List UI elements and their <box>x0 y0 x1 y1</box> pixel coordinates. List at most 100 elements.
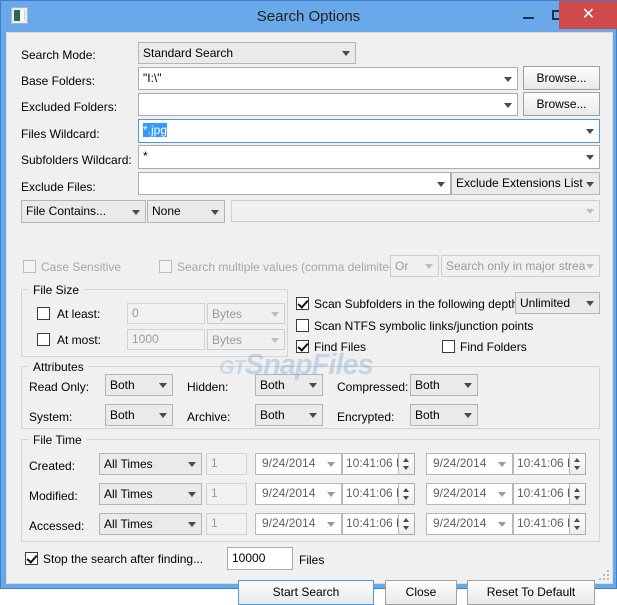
encrypted-select[interactable]: Both <box>410 404 478 426</box>
accessed-from-date-value: 9/24/2014 <box>262 516 316 530</box>
excluded-folders-browse-button[interactable]: Browse... <box>523 92 600 116</box>
contains-mode-value: File Contains... <box>26 204 107 218</box>
created-from-time-spinner[interactable] <box>399 453 415 475</box>
chevron-down-icon <box>425 264 433 269</box>
file-size-at-most-input[interactable]: 1000 <box>127 329 205 350</box>
scan-subfolders-checkbox[interactable] <box>296 297 309 310</box>
accessed-to-date[interactable]: 9/24/2014 <box>426 513 513 535</box>
close-button[interactable]: Close <box>385 580 457 605</box>
search-options-window: Search Options ✕ Search Mode: Standard S… <box>0 0 617 605</box>
created-from-date[interactable]: 9/24/2014 <box>255 453 342 475</box>
files-wildcard-label: Files Wildcard: <box>21 127 100 141</box>
excluded-folders-input[interactable] <box>138 93 518 116</box>
chevron-down-icon <box>327 492 335 497</box>
stream-scope-value: Search only in major strea <box>446 259 586 273</box>
chevron-down-icon <box>327 462 335 467</box>
contains-type-select[interactable]: None <box>147 200 225 223</box>
base-folders-input[interactable]: "I:\" <box>138 67 518 90</box>
base-folders-value: "I:\" <box>143 71 162 85</box>
created-from-time[interactable]: 10:41:06 P <box>342 453 399 475</box>
hidden-select[interactable]: Both <box>255 374 323 396</box>
file-size-at-least-input[interactable]: 0 <box>127 303 205 324</box>
contains-mode-select[interactable]: File Contains... <box>21 200 146 223</box>
chevron-down-icon <box>586 181 594 187</box>
encrypted-label: Encrypted: <box>337 410 395 424</box>
base-folders-browse-button[interactable]: Browse... <box>523 66 600 90</box>
start-search-button[interactable]: Start Search <box>238 580 374 605</box>
system-label: System: <box>29 410 73 424</box>
find-files-label: Find Files <box>314 340 367 354</box>
accessed-to-time-spinner[interactable] <box>570 513 586 535</box>
exclude-files-label: Exclude Files: <box>21 180 96 194</box>
search-multiple-values-checkbox[interactable] <box>159 260 172 273</box>
file-size-at-least-unit-select[interactable]: Bytes <box>207 303 285 324</box>
minimize-button[interactable] <box>513 1 543 29</box>
files-wildcard-value: *.jpg <box>143 123 168 137</box>
contains-text-input[interactable] <box>231 200 600 222</box>
file-size-at-most-unit-value: Bytes <box>212 333 243 347</box>
stop-search-count-input[interactable]: 10000 <box>227 547 293 570</box>
created-amount-input[interactable]: 1 <box>206 453 247 475</box>
accessed-from-time-spinner[interactable] <box>399 513 415 535</box>
chevron-down-icon <box>309 413 317 418</box>
modified-amount-input[interactable]: 1 <box>206 483 247 505</box>
find-files-checkbox[interactable] <box>296 340 309 353</box>
accessed-amount-input[interactable]: 1 <box>206 513 247 535</box>
file-size-at-least-checkbox[interactable] <box>37 307 50 320</box>
title-bar: Search Options ✕ <box>1 1 617 32</box>
chevron-down-icon <box>504 76 512 82</box>
scan-depth-select[interactable]: Unlimited <box>515 292 600 314</box>
subfolders-wildcard-value: * <box>143 149 148 163</box>
chevron-down-icon <box>271 337 279 343</box>
close-window-button[interactable]: ✕ <box>559 1 617 29</box>
hidden-label: Hidden: <box>187 380 229 394</box>
created-to-time[interactable]: 10:41:06 P <box>513 453 570 475</box>
chevron-down-icon <box>586 301 594 306</box>
created-to-date[interactable]: 9/24/2014 <box>426 453 513 475</box>
exclude-files-input[interactable] <box>138 172 451 195</box>
read-only-select[interactable]: Both <box>105 374 173 396</box>
minimize-icon <box>523 17 534 19</box>
scan-ntfs-checkbox[interactable] <box>296 319 309 332</box>
chevron-down-icon <box>437 181 445 187</box>
modified-mode-select[interactable]: All Times <box>99 483 202 505</box>
chevron-down-icon <box>498 492 506 497</box>
accessed-from-date[interactable]: 9/24/2014 <box>255 513 342 535</box>
archive-select[interactable]: Both <box>255 404 323 426</box>
contains-operator-select[interactable]: Or <box>390 255 439 277</box>
modified-from-time[interactable]: 10:41:06 P <box>342 483 399 505</box>
modified-to-date[interactable]: 9/24/2014 <box>426 483 513 505</box>
case-sensitive-checkbox[interactable] <box>23 260 36 273</box>
system-select[interactable]: Both <box>105 404 173 426</box>
chevron-down-icon <box>159 413 167 418</box>
search-mode-value: Standard Search <box>143 46 234 60</box>
file-size-at-most-checkbox[interactable] <box>37 333 50 346</box>
created-to-time-spinner[interactable] <box>570 453 586 475</box>
modified-to-time[interactable]: 10:41:06 P <box>513 483 570 505</box>
modified-to-time-spinner[interactable] <box>570 483 586 505</box>
chevron-down-icon <box>211 209 219 215</box>
search-mode-select[interactable]: Standard Search <box>138 42 356 64</box>
chevron-down-icon <box>464 413 472 418</box>
modified-from-date[interactable]: 9/24/2014 <box>255 483 342 505</box>
compressed-select[interactable]: Both <box>410 374 478 396</box>
excluded-folders-label: Excluded Folders: <box>21 100 118 114</box>
modified-from-time-spinner[interactable] <box>399 483 415 505</box>
file-size-at-most-label: At most: <box>57 333 102 347</box>
stream-scope-select[interactable]: Search only in major strea <box>441 255 600 277</box>
accessed-mode-select[interactable]: All Times <box>99 513 202 535</box>
accessed-to-time[interactable]: 10:41:06 P <box>513 513 570 535</box>
stop-search-checkbox[interactable] <box>25 552 38 565</box>
created-mode-select[interactable]: All Times <box>99 453 202 475</box>
subfolders-wildcard-input[interactable]: * <box>138 145 600 169</box>
exclude-extensions-list-select[interactable]: Exclude Extensions List <box>451 172 600 195</box>
file-time-group-title: File Time <box>29 433 86 447</box>
files-wildcard-input[interactable]: *.jpg <box>138 119 600 143</box>
chevron-down-icon <box>188 522 196 527</box>
find-folders-checkbox[interactable] <box>442 340 455 353</box>
file-size-at-most-unit-select[interactable]: Bytes <box>207 329 285 350</box>
accessed-from-time[interactable]: 10:41:06 P <box>342 513 399 535</box>
reset-to-default-button[interactable]: Reset To Default <box>467 580 595 605</box>
chevron-down-icon <box>309 383 317 388</box>
resize-grip[interactable] <box>597 568 609 580</box>
